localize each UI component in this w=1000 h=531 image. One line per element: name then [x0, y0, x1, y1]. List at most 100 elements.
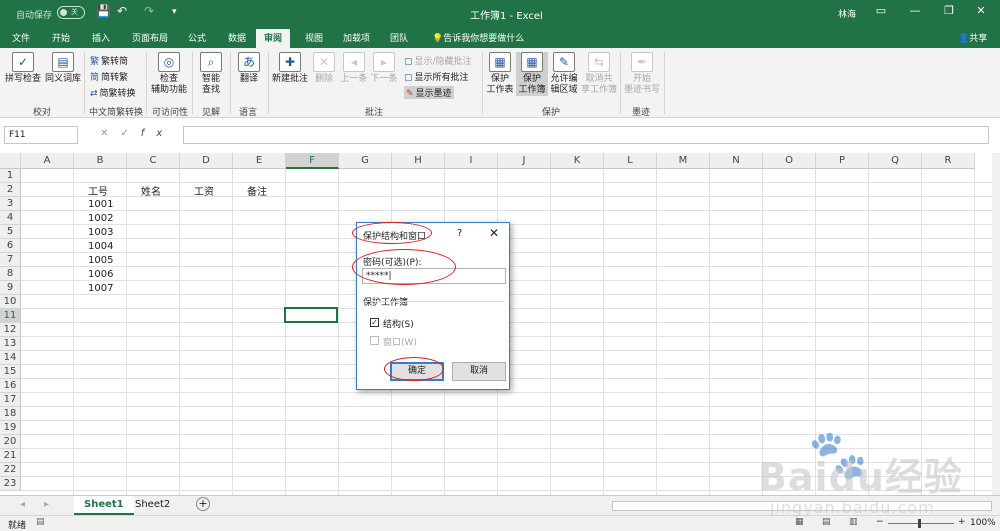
smart-lookup-button[interactable]: ⌕ 智能 查找 [196, 52, 226, 96]
cell-B4[interactable]: 1002 [88, 213, 113, 224]
cell-D2[interactable]: 工资 [194, 183, 214, 198]
cell-B5[interactable]: 1003 [88, 227, 113, 238]
help-icon[interactable]: ? [457, 228, 462, 239]
new-comment-button[interactable]: ✚ 新建批注 [270, 52, 310, 85]
redo-icon[interactable]: ↷ [144, 4, 154, 18]
tab-page-layout[interactable]: 页面布局 [132, 31, 168, 44]
show-hide-comment-button[interactable]: ▢ 显示/隐藏批注 [404, 54, 472, 67]
add-sheet-icon[interactable]: + [196, 497, 210, 511]
structure-checkbox[interactable]: ✓ [370, 318, 379, 327]
row-header-2[interactable]: 2 [0, 183, 21, 197]
tab-view[interactable]: 视图 [305, 31, 323, 44]
column-header-L[interactable]: L [604, 153, 657, 169]
tab-home[interactable]: 开始 [52, 31, 70, 44]
column-header-E[interactable]: E [233, 153, 286, 169]
tab-data[interactable]: 数据 [228, 31, 246, 44]
row-header-3[interactable]: 3 [0, 197, 21, 211]
user-name[interactable]: 林海 [838, 7, 856, 20]
row-header-18[interactable]: 18 [0, 407, 21, 421]
restore-icon[interactable]: ❐ [936, 4, 962, 22]
row-header-19[interactable]: 19 [0, 421, 21, 435]
row-header-15[interactable]: 15 [0, 365, 21, 379]
row-header-10[interactable]: 10 [0, 295, 21, 309]
cell-C2[interactable]: 姓名 [141, 183, 161, 198]
cell-B7[interactable]: 1005 [88, 255, 113, 266]
cell-B3[interactable]: 1001 [88, 199, 113, 210]
enter-icon[interactable]: ✓ [120, 128, 140, 139]
row-header-5[interactable]: 5 [0, 225, 21, 239]
row-header-11[interactable]: 11 [0, 309, 21, 323]
scroll-right-icon[interactable]: ▸ [44, 499, 49, 510]
save-icon[interactable]: 💾 [96, 4, 111, 18]
dialog-close-icon[interactable]: ✕ [489, 226, 499, 240]
macro-record-icon[interactable]: ▤ [36, 517, 45, 527]
column-header-H[interactable]: H [392, 153, 445, 169]
row-header-16[interactable]: 16 [0, 379, 21, 393]
thesaurus-button[interactable]: ▤ 同义词库 [44, 52, 82, 85]
row-header-8[interactable]: 8 [0, 267, 21, 281]
cell-B8[interactable]: 1006 [88, 269, 113, 280]
row-header-7[interactable]: 7 [0, 253, 21, 267]
unshare-workbook-button[interactable]: ⇆ 取消共 享工作簿 [581, 52, 617, 96]
close-icon[interactable]: ✕ [968, 4, 994, 22]
start-inking-button[interactable]: ✒ 开始 墨迹书写 [622, 52, 662, 96]
column-header-J[interactable]: J [498, 153, 551, 169]
tab-addins[interactable]: 加载项 [343, 31, 370, 44]
column-header-I[interactable]: I [445, 153, 498, 169]
row-header-23[interactable]: 23 [0, 477, 21, 491]
formula-input[interactable] [183, 126, 989, 144]
cancel-icon[interactable]: ✕ [100, 128, 120, 139]
insert-function-icon[interactable]: fx [141, 128, 174, 139]
convert-button[interactable]: ⇄ 简繁转换 [90, 86, 136, 99]
translate-button[interactable]: あ翻译 [234, 52, 264, 85]
cell-B6[interactable]: 1004 [88, 241, 113, 252]
undo-icon[interactable]: ↶ [117, 4, 127, 18]
windows-checkbox[interactable] [370, 336, 379, 345]
tab-file[interactable]: 文件 [12, 31, 30, 44]
customize-qat-icon[interactable]: ▾ [172, 7, 177, 17]
row-header-20[interactable]: 20 [0, 435, 21, 449]
column-header-A[interactable]: A [21, 153, 74, 169]
tab-team[interactable]: 团队 [390, 31, 408, 44]
minimize-icon[interactable]: — [902, 4, 928, 22]
column-header-K[interactable]: K [551, 153, 604, 169]
cell-B2[interactable]: 工号 [88, 183, 108, 198]
allow-edit-ranges-button[interactable]: ✎ 允许编 辑区域 [549, 52, 579, 96]
cell-B9[interactable]: 1007 [88, 283, 113, 294]
row-header-1[interactable]: 1 [0, 169, 21, 183]
share-button[interactable]: 👤共享 [958, 31, 987, 44]
autosave-toggle[interactable]: 关 [57, 6, 85, 19]
row-header-6[interactable]: 6 [0, 239, 21, 253]
column-header-Q[interactable]: Q [869, 153, 922, 169]
row-header-22[interactable]: 22 [0, 463, 21, 477]
show-all-comments-button[interactable]: ▢ 显示所有批注 [404, 70, 469, 83]
column-header-P[interactable]: P [816, 153, 869, 169]
tab-review[interactable]: 审阅 [256, 29, 291, 48]
show-ink-button[interactable]: ✎ 显示墨迹 [404, 86, 454, 99]
check-accessibility-button[interactable]: ◎ 检查 辅助功能 [150, 52, 188, 96]
protect-sheet-button[interactable]: ▦ 保护 工作表 [486, 52, 514, 96]
tell-me-search[interactable]: 💡告诉我你想要做什么 [432, 31, 524, 44]
name-box[interactable]: F11 [4, 126, 78, 144]
cell-E2[interactable]: 备注 [247, 183, 267, 198]
to-simplified-button[interactable]: 繁繁转简 [90, 54, 128, 67]
row-header-13[interactable]: 13 [0, 337, 21, 351]
row-header-12[interactable]: 12 [0, 323, 21, 337]
column-header-G[interactable]: G [339, 153, 392, 169]
row-header-9[interactable]: 9 [0, 281, 21, 295]
delete-comment-button[interactable]: ✕ 删除 [312, 52, 336, 85]
row-header-17[interactable]: 17 [0, 393, 21, 407]
column-header-O[interactable]: O [763, 153, 816, 169]
column-header-M[interactable]: M [657, 153, 710, 169]
protect-workbook-button[interactable]: ▦ 保护 工作簿 [516, 52, 548, 96]
previous-comment-button[interactable]: ◂ 上一条 [340, 52, 368, 85]
selected-cell-F11[interactable] [284, 307, 338, 323]
column-header-R[interactable]: R [922, 153, 975, 169]
column-header-N[interactable]: N [710, 153, 763, 169]
column-header-F[interactable]: F [286, 153, 339, 169]
scroll-left-icon[interactable]: ◂ [20, 499, 25, 510]
tab-formulas[interactable]: 公式 [188, 31, 206, 44]
ribbon-options-icon[interactable]: ▭ [868, 4, 894, 22]
column-header-C[interactable]: C [127, 153, 180, 169]
column-header-D[interactable]: D [180, 153, 233, 169]
